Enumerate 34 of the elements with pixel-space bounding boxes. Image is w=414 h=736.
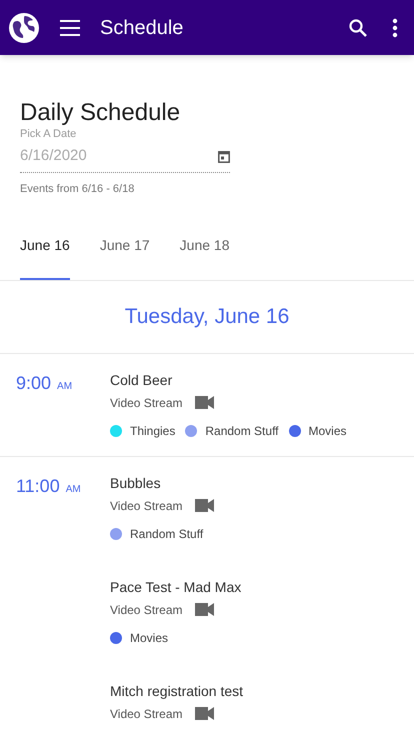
- date-tab[interactable]: June 17: [100, 235, 150, 280]
- time-label: 11:00: [16, 474, 60, 498]
- day-heading: Tuesday, June 16: [124, 304, 290, 330]
- event-title[interactable]: Cold Beer: [110, 370, 347, 390]
- event-title[interactable]: Mitch registration test: [110, 680, 244, 702]
- video-camera-icon: [194, 707, 214, 720]
- meridiem-label: AM: [66, 482, 81, 496]
- search-icon[interactable]: [348, 18, 368, 38]
- event-type: Video Stream: [110, 394, 182, 412]
- tag-label: Random Stuff: [130, 526, 204, 542]
- video-camera-icon: [194, 396, 214, 409]
- tag-label: Random Stuff: [205, 422, 279, 440]
- event-type: Video Stream: [110, 602, 182, 618]
- tag-label: Thingies: [130, 422, 176, 440]
- time-label: 9:00: [16, 372, 52, 394]
- date-tab[interactable]: June 16: [20, 235, 70, 280]
- calendar-icon[interactable]: [218, 150, 230, 163]
- app-title: Schedule: [100, 16, 184, 40]
- event-type: Video Stream: [110, 706, 182, 722]
- meridiem-label: AM: [57, 380, 72, 394]
- video-camera-icon: [194, 499, 214, 512]
- event-type: Video Stream: [110, 498, 182, 514]
- page-title: Daily Schedule: [20, 99, 182, 127]
- tag-label: Movies: [130, 630, 168, 646]
- video-camera-icon: [194, 603, 214, 616]
- more-icon[interactable]: [392, 18, 398, 38]
- date-hint: Events from 6/16 - 6/18: [20, 182, 136, 196]
- globe-logo-icon: [8, 12, 40, 44]
- event-title[interactable]: Bubbles: [110, 472, 244, 494]
- menu-icon[interactable]: [60, 20, 80, 36]
- date-label: Pick A Date: [20, 127, 78, 141]
- tag-label: Movies: [308, 422, 347, 440]
- date-tab[interactable]: June 18: [180, 235, 230, 280]
- event-title[interactable]: Pace Test - Mad Max: [110, 576, 244, 598]
